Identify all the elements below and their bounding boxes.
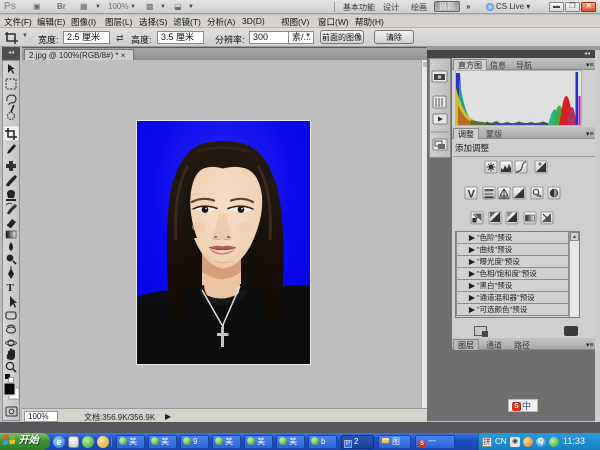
svg-text:T: T — [7, 282, 15, 294]
svg-text:V: V — [468, 189, 476, 201]
